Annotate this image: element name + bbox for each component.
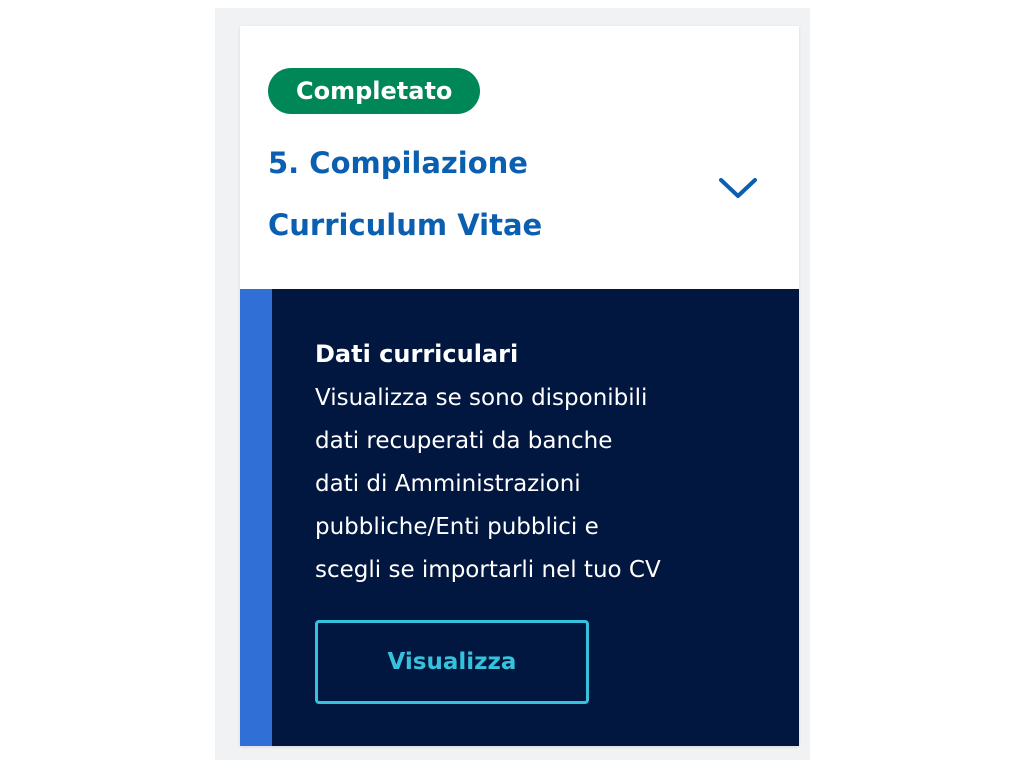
status-badge: Completato [268, 68, 481, 114]
step-title: 5. Compilazione Curriculum Vitae [268, 146, 543, 242]
accent-bar [240, 289, 272, 746]
section-title: Dati curriculari [315, 340, 519, 368]
section-description: Visualizza se sono disponibili dati recu… [315, 377, 735, 592]
chevron-down-icon [719, 178, 757, 198]
section-description-line: pubbliche/Enti pubblici e [315, 514, 599, 540]
section-description-line: Visualizza se sono disponibili [315, 385, 648, 411]
expand-toggle-button[interactable] [708, 164, 768, 214]
view-button[interactable]: Visualizza [315, 620, 589, 704]
step-card: Completato 5. Compilazione Curriculum Vi… [240, 26, 799, 746]
section-description-line: scegli se importarli nel tuo CV [315, 557, 661, 583]
step-card-header[interactable]: Completato 5. Compilazione Curriculum Vi… [240, 26, 799, 289]
section-description-line: dati di Amministrazioni [315, 471, 581, 497]
section-description-line: dati recuperati da banche [315, 428, 613, 454]
step-card-body: Dati curriculari Visualizza se sono disp… [240, 289, 799, 746]
